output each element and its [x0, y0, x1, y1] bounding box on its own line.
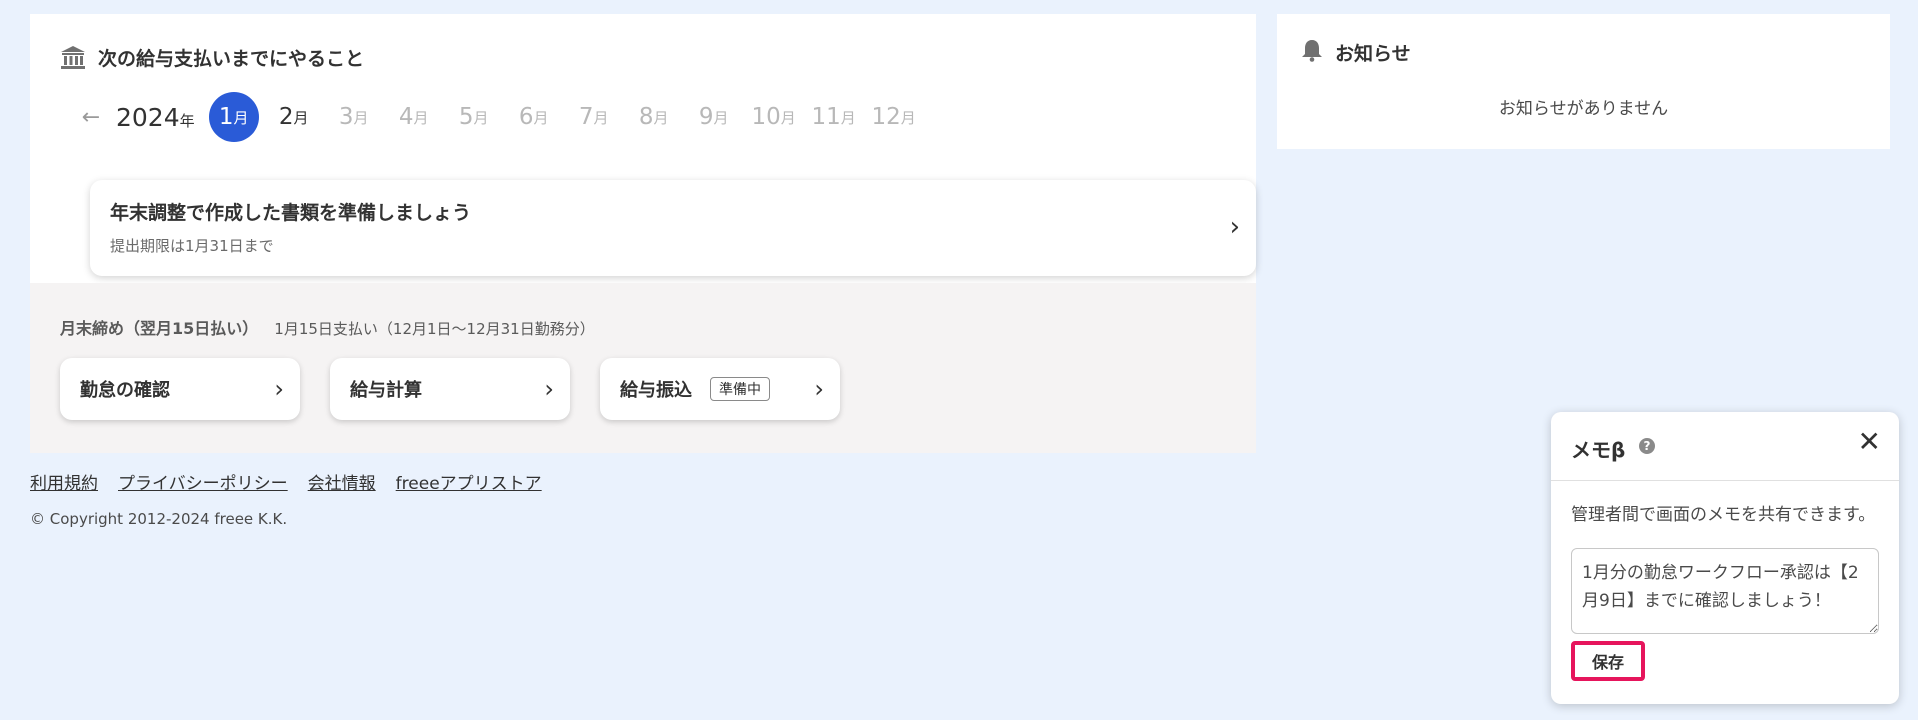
todo-header: 次の給与支払いまでにやること [60, 44, 364, 71]
back-arrow-icon[interactable]: ← [66, 105, 116, 130]
step-label: 勤怠の確認 [80, 380, 170, 401]
month-1[interactable]: 1月 [208, 92, 259, 142]
month-selector: ← 2024年 1月 2月 3月 4月 5月 6月 7月 8月 9月 10 月 1… [66, 92, 929, 142]
notice-card: お知らせ お知らせがありません [1277, 14, 1890, 149]
memo-panel: メモβ ? ✕ 管理者間で画面のメモを共有できます。 1月分の勤怠ワークフロー承… [1551, 412, 1899, 704]
month-9[interactable]: 9月 [689, 92, 739, 142]
company-link[interactable]: 会社情報 [308, 469, 376, 494]
privacy-link[interactable]: プライバシーポリシー [118, 469, 288, 494]
month-2[interactable]: 2月 [269, 92, 319, 142]
task-deadline: 提出期限は1月31日まで [110, 237, 274, 255]
month-4[interactable]: 4月 [389, 92, 439, 142]
year-label: 2024年 [116, 102, 195, 132]
payroll-area: 月末締め（翌月15日払い） 1月15日支払い（12月1日〜12月31日勤務分） … [30, 283, 1256, 453]
payroll-calc-button[interactable]: 給与計算 › [330, 358, 570, 420]
memo-header: メモβ ? ✕ [1551, 412, 1899, 481]
notice-title: お知らせ [1335, 42, 1411, 65]
payroll-header: 月末締め（翌月15日払い） 1月15日支払い（12月1日〜12月31日勤務分） [60, 315, 595, 339]
task-card[interactable]: 年末調整で作成した書類を準備しましょう 提出期限は1月31日まで › [90, 180, 1256, 276]
chevron-right-icon: › [544, 375, 554, 403]
footer-links: 利用規約 プライバシーポリシー 会社情報 freeeアプリストア [30, 469, 542, 494]
chevron-right-icon: › [274, 375, 284, 403]
pay-period: 1月15日支払い（12月1日〜12月31日勤務分） [274, 320, 595, 338]
month-10[interactable]: 10 月 [749, 92, 799, 142]
month-3[interactable]: 3月 [329, 92, 379, 142]
chevron-right-icon: › [1229, 212, 1240, 242]
month-11[interactable]: 11 月 [809, 92, 859, 142]
month-7[interactable]: 7月 [569, 92, 619, 142]
payroll-transfer-button[interactable]: 給与振込 準備中 › [600, 358, 840, 420]
close-icon[interactable]: ✕ [1858, 428, 1881, 456]
memo-textarea[interactable]: 1月分の勤怠ワークフロー承認は【2月9日】までに確認しましょう！ [1571, 548, 1879, 634]
help-icon[interactable]: ? [1639, 438, 1655, 454]
step-label: 給与計算 [350, 380, 422, 401]
memo-title: メモβ [1571, 438, 1626, 462]
attendance-check-button[interactable]: 勤怠の確認 › [60, 358, 300, 420]
save-button[interactable]: 保存 [1571, 641, 1645, 681]
todo-title: 次の給与支払いまでにやること [98, 48, 365, 70]
month-8[interactable]: 8月 [629, 92, 679, 142]
chevron-right-icon: › [814, 375, 824, 403]
step-label: 給与振込 [620, 380, 692, 401]
month-5[interactable]: 5月 [449, 92, 499, 142]
status-badge: 準備中 [710, 377, 770, 401]
appstore-link[interactable]: freeeアプリストア [396, 469, 542, 494]
closing-label: 月末締め（翌月15日払い） [60, 319, 259, 338]
memo-description: 管理者間で画面のメモを共有できます。 [1571, 505, 1876, 525]
terms-link[interactable]: 利用規約 [30, 469, 98, 494]
notice-empty-message: お知らせがありません [1498, 99, 1669, 119]
month-12[interactable]: 12 月 [869, 92, 919, 142]
task-title: 年末調整で作成した書類を準備しましょう [110, 202, 472, 224]
bell-icon [1301, 38, 1323, 66]
notice-header: お知らせ [1301, 38, 1411, 66]
month-6[interactable]: 6月 [509, 92, 559, 142]
copyright: © Copyright 2012-2024 freee K.K. [30, 510, 288, 528]
bank-icon [60, 45, 86, 71]
